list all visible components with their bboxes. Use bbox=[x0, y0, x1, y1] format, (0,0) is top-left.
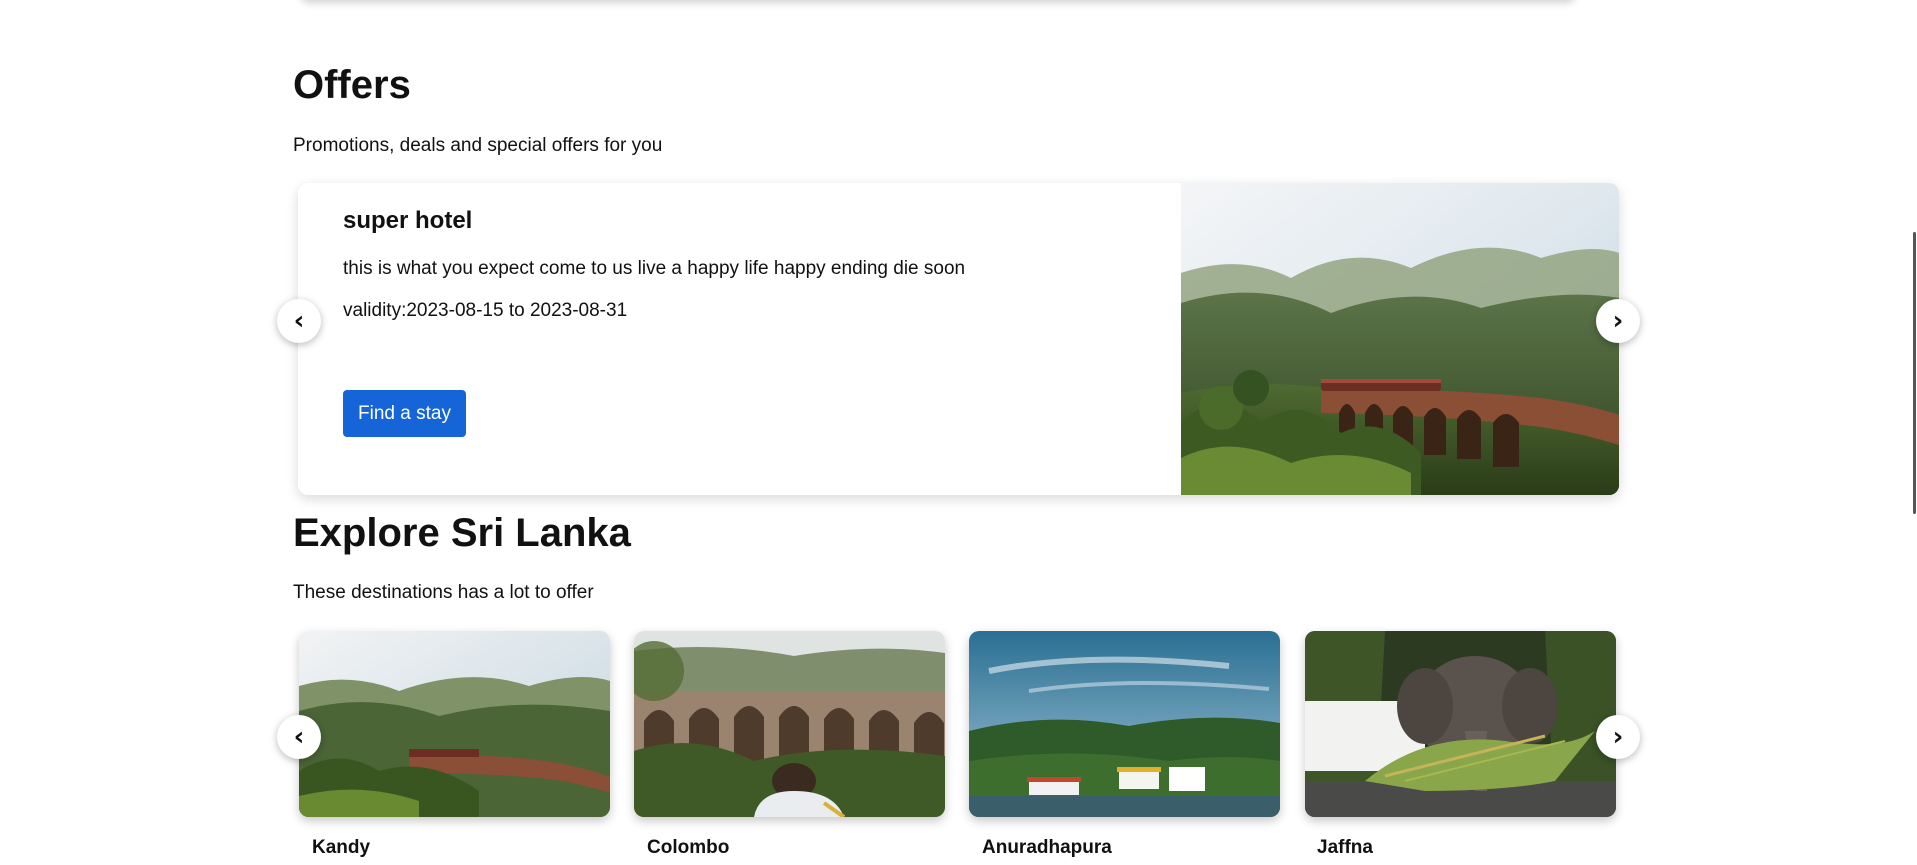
offer-card: super hotel this is what you expect come… bbox=[298, 183, 1619, 495]
destination-name-colombo[interactable]: Colombo bbox=[647, 838, 729, 857]
offer-image-train-bridge bbox=[1181, 183, 1619, 495]
offer-name: super hotel bbox=[343, 207, 473, 234]
chevron-right-icon: › bbox=[1612, 306, 1624, 336]
destination-image-colombo bbox=[634, 631, 945, 817]
destination-name-kandy[interactable]: Kandy bbox=[312, 838, 370, 857]
destination-image-jaffna bbox=[1305, 631, 1616, 817]
offer-description: this is what you expect come to us live … bbox=[343, 258, 966, 279]
offer-details: super hotel this is what you expect come… bbox=[343, 207, 1163, 321]
offers-subtitle: Promotions, deals and special offers for… bbox=[293, 135, 663, 156]
destination-image-anuradhapura bbox=[969, 631, 1280, 817]
destination-card-kandy[interactable] bbox=[299, 631, 610, 817]
explore-title: Explore Sri Lanka bbox=[293, 511, 631, 555]
destination-name-anuradhapura[interactable]: Anuradhapura bbox=[982, 838, 1112, 857]
destination-card-colombo[interactable] bbox=[634, 631, 945, 817]
chevron-left-icon: ‹ bbox=[293, 306, 305, 336]
page: Offers Promotions, deals and special off… bbox=[0, 0, 1917, 865]
destination-card-anuradhapura[interactable] bbox=[969, 631, 1280, 817]
destination-image-kandy bbox=[299, 631, 610, 817]
chevron-right-icon: › bbox=[1612, 722, 1624, 752]
explore-next-button[interactable]: › bbox=[1596, 715, 1640, 759]
offers-next-button[interactable]: › bbox=[1596, 299, 1640, 343]
offers-prev-button[interactable]: ‹ bbox=[277, 299, 321, 343]
find-a-stay-button[interactable]: Find a stay bbox=[343, 390, 466, 437]
destination-name-jaffna[interactable]: Jaffna bbox=[1317, 838, 1373, 857]
offer-validity: validity:2023-08-15 to 2023-08-31 bbox=[343, 300, 628, 321]
destination-card-jaffna[interactable] bbox=[1305, 631, 1616, 817]
explore-subtitle: These destinations has a lot to offer bbox=[293, 582, 594, 603]
chevron-left-icon: ‹ bbox=[293, 722, 305, 752]
explore-prev-button[interactable]: ‹ bbox=[277, 715, 321, 759]
page-scrollbar[interactable] bbox=[1913, 232, 1916, 514]
offers-title: Offers bbox=[293, 63, 411, 107]
